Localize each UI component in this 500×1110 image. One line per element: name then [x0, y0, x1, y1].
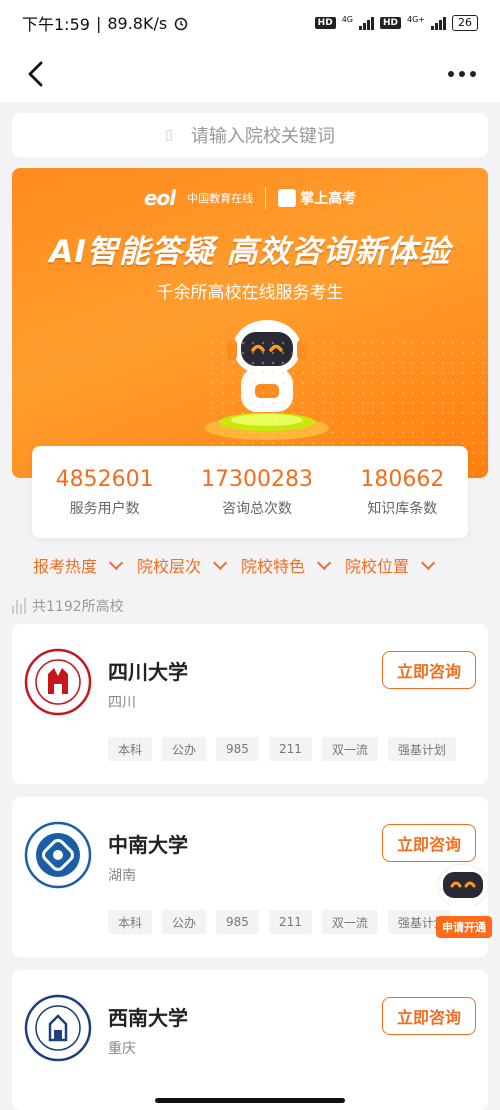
stats-card: 4852601 服务用户数 17300283 咨询总次数 180662 知识库条…: [32, 446, 468, 538]
filter-label: 报考热度: [33, 557, 98, 576]
stat-users: 4852601 服务用户数: [56, 467, 154, 518]
dot-icon: [459, 71, 465, 77]
hd-badge: HD: [314, 17, 336, 29]
school-location: 四川: [108, 695, 136, 711]
bar-chart-icon: [12, 598, 26, 614]
zsgk-logo-text: 掌上高考: [300, 191, 357, 207]
status-bar: 下午1:59 | 89.8K/s HD 4G HD 4G+ 26: [0, 0, 500, 46]
battery-icon: 26: [452, 15, 478, 31]
tag: 公办: [162, 737, 207, 761]
search-placeholder: 请输入院校关键词: [190, 126, 335, 147]
more-options-button[interactable]: [444, 54, 480, 94]
eol-logo-text: 中国教育在线: [187, 192, 254, 205]
status-right: HD 4G HD 4G+ 26: [314, 15, 478, 31]
status-speed: 89.8K/s: [107, 13, 168, 33]
filter-label: 院校特色: [241, 557, 306, 576]
chevron-down-icon: [213, 555, 228, 570]
stat-value: 17300283: [201, 466, 313, 492]
chevron-left-icon: [28, 61, 43, 87]
stat-knowledge: 180662 知识库条数: [360, 467, 444, 518]
promo-banner[interactable]: eol 中国教育在线 掌上高考 AI智能答疑 高效咨询新体验 千余所高校在线服务…: [12, 168, 488, 478]
status-divider: |: [95, 13, 102, 33]
apply-open-button[interactable]: 申请开通: [436, 916, 492, 938]
signal-icon-2: [431, 16, 446, 30]
filter-bar: 报考热度 院校层次 院校特色 院校位置: [33, 553, 493, 577]
school-name: 西南大学: [108, 1006, 188, 1030]
consult-button[interactable]: 立即咨询: [382, 824, 476, 862]
southwest-university-logo-icon: [24, 994, 92, 1062]
filter-popularity[interactable]: 报考热度: [33, 553, 124, 577]
tag: 本科: [108, 737, 153, 761]
school-name: 中南大学: [108, 833, 188, 857]
robot-mascot-icon: [205, 320, 329, 440]
signal-icon: [358, 16, 374, 30]
tag: 双一流: [321, 910, 378, 934]
school-card[interactable]: 四川大学 四川 立即咨询 本科 公办 985 211 双一流 强基计划: [12, 624, 488, 784]
tag: 211: [268, 737, 312, 761]
filter-label: 院校层次: [137, 557, 202, 576]
status-left: 下午1:59 | 89.8K/s: [22, 11, 189, 35]
home-indicator[interactable]: [155, 1098, 345, 1103]
filter-location[interactable]: 院校位置: [345, 553, 436, 577]
school-tags: 本科 公办 985 211 双一流 强基计划: [108, 910, 456, 934]
tag: 985: [216, 737, 259, 761]
consult-button[interactable]: 立即咨询: [382, 651, 476, 689]
hd-badge-2: HD: [379, 17, 401, 29]
stat-label: 知识库条数: [367, 500, 438, 517]
tag: 211: [268, 910, 312, 934]
sichuan-university-logo-icon: [24, 648, 92, 716]
filter-feature[interactable]: 院校特色: [241, 553, 332, 577]
chevron-down-icon: [317, 555, 332, 570]
banner-subtitle: 千余所高校在线服务考生: [156, 283, 344, 303]
stat-label: 服务用户数: [69, 500, 140, 517]
banner-logos: eol 中国教育在线 掌上高考: [12, 186, 488, 210]
dot-icon: [448, 71, 454, 77]
stat-label: 咨询总次数: [221, 500, 292, 517]
school-name: 四川大学: [108, 660, 188, 684]
network-label-2: 4G+: [407, 15, 425, 24]
zsgk-logo-mark: [278, 189, 297, 207]
school-card[interactable]: 西南大学 重庆 立即咨询: [12, 970, 488, 1110]
stat-consultations: 17300283 咨询总次数: [201, 467, 313, 518]
search-icon: ▯: [165, 127, 173, 143]
stat-value: 180662: [360, 466, 445, 492]
dot-icon: [470, 71, 476, 77]
school-location: 重庆: [108, 1041, 136, 1057]
chevron-down-icon: [109, 555, 124, 570]
filter-level[interactable]: 院校层次: [137, 553, 228, 577]
tag: 双一流: [321, 737, 378, 761]
school-count-text: 共1192所高校: [32, 599, 124, 615]
tag: 本科: [108, 910, 153, 934]
school-tags: 本科 公办 985 211 双一流 强基计划: [108, 737, 456, 761]
banner-title: AI智能答疑 高效咨询新体验: [49, 234, 451, 270]
stat-value: 4852601: [55, 466, 154, 492]
school-location: 湖南: [108, 868, 136, 884]
nav-bar: [0, 46, 500, 102]
alarm-icon: [174, 17, 188, 31]
filter-label: 院校位置: [345, 557, 410, 576]
chevron-down-icon: [421, 555, 436, 570]
tag: 985: [216, 910, 259, 934]
network-label: 4G: [341, 15, 353, 24]
central-south-university-logo-icon: [24, 821, 92, 889]
zsgk-logo: 掌上高考: [278, 188, 356, 208]
search-input[interactable]: ▯ 请输入院校关键词: [12, 113, 488, 157]
school-count: 共1192所高校: [12, 596, 124, 616]
tag: 公办: [162, 910, 207, 934]
consult-button[interactable]: 立即咨询: [382, 997, 476, 1035]
tag: 强基计划: [387, 737, 456, 761]
school-card[interactable]: 中南大学 湖南 立即咨询 本科 公办 985 211 双一流 强基计划: [12, 797, 488, 957]
eol-logo: eol: [143, 186, 176, 210]
logo-divider: [265, 187, 267, 209]
status-time: 下午1:59: [22, 15, 90, 34]
back-button[interactable]: [20, 54, 50, 94]
